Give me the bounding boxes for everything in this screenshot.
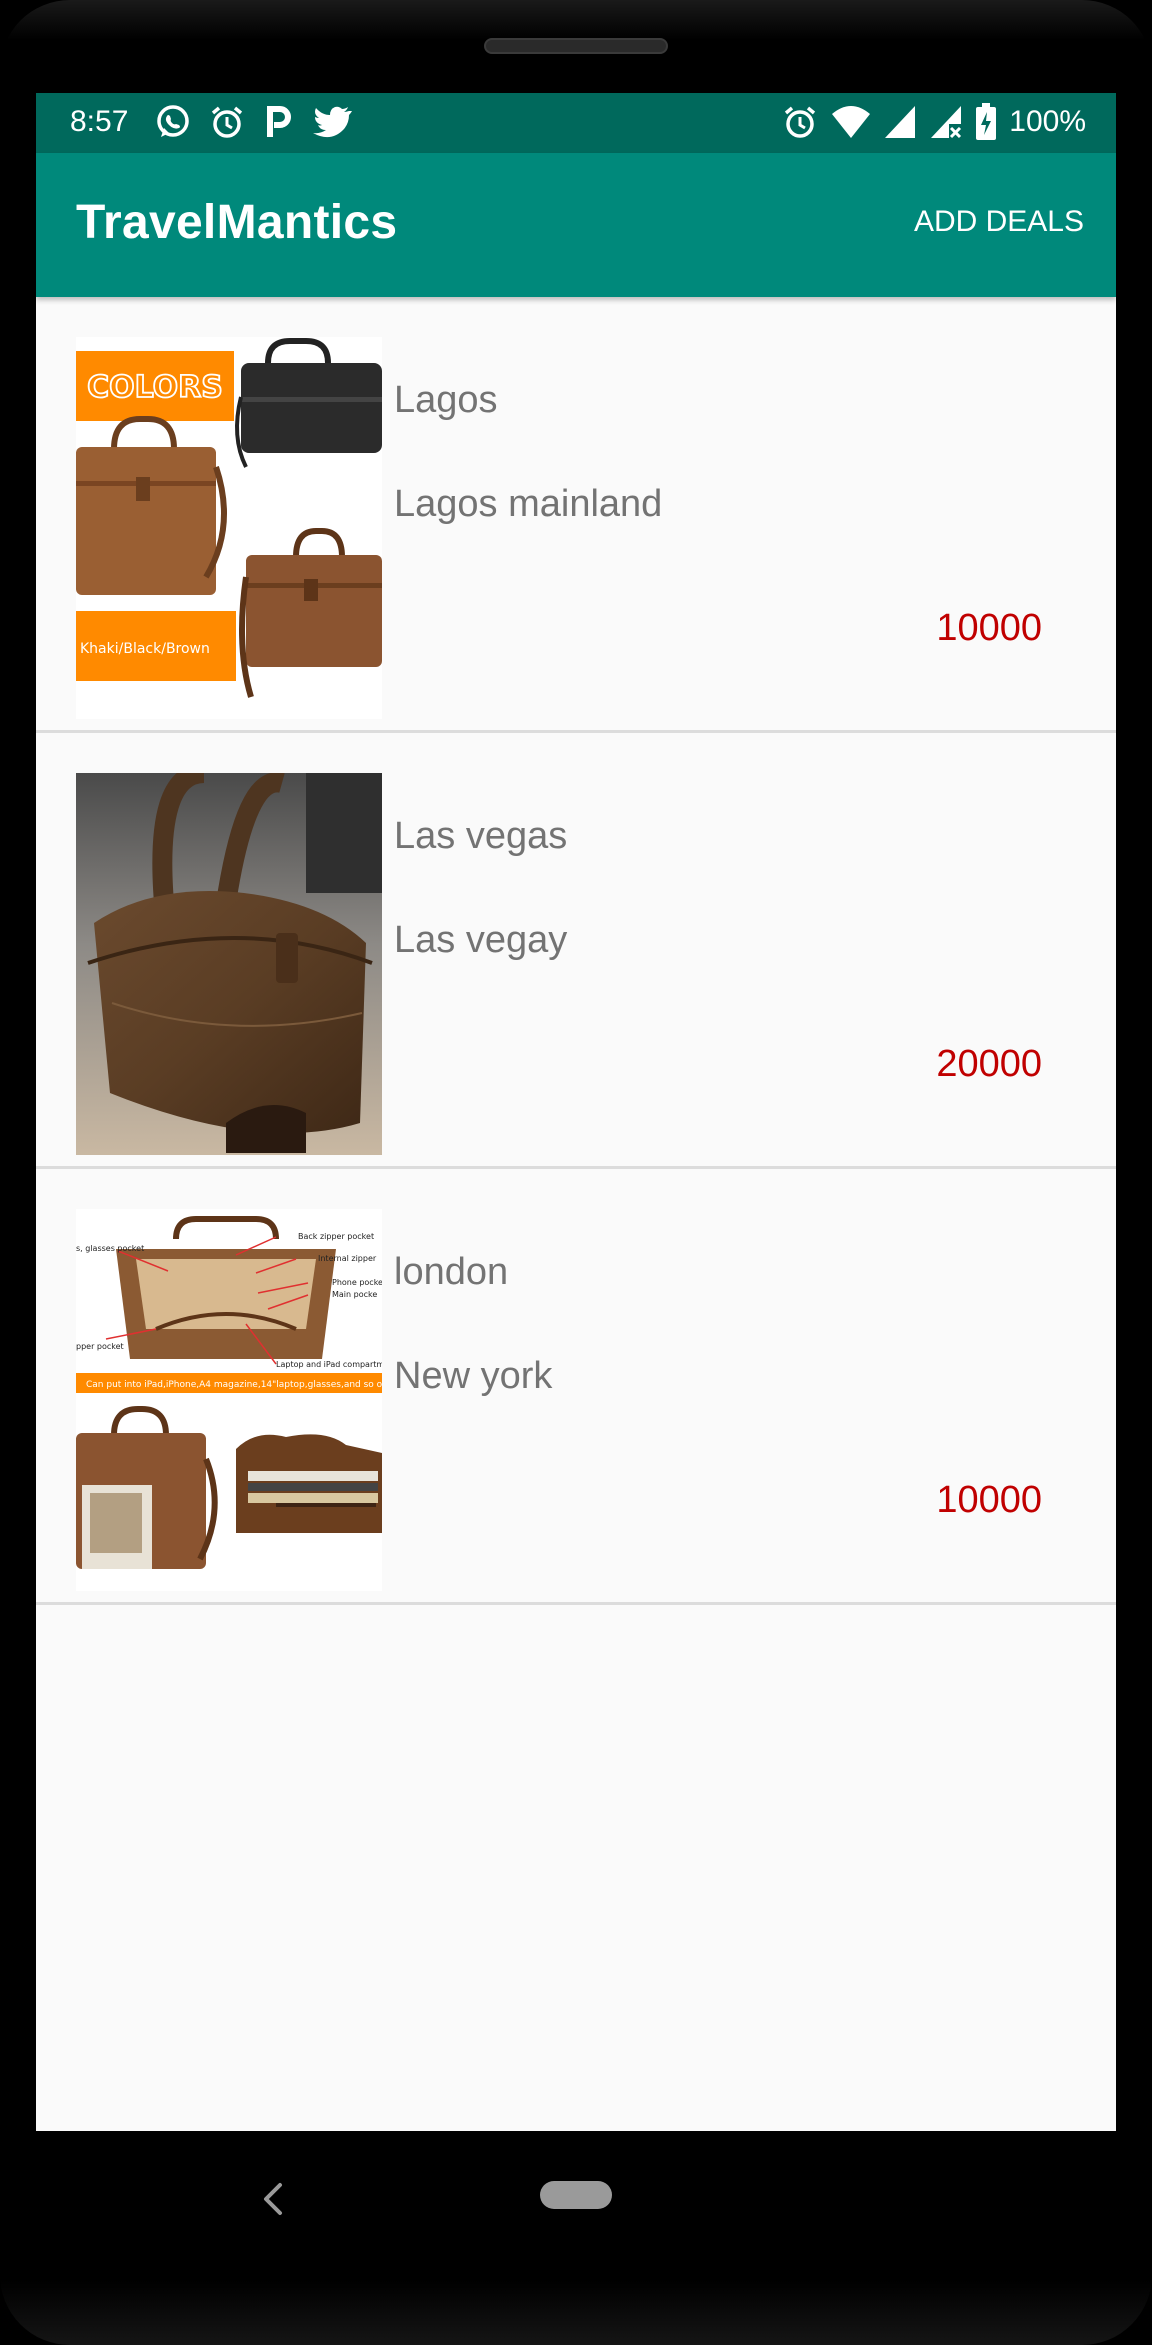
deal-image: Back zipper pocket Internal zipper Phone… bbox=[76, 1209, 382, 1591]
earpiece-speaker bbox=[484, 38, 668, 54]
deal-title: london bbox=[394, 1251, 509, 1293]
deal-image: COLORS Khaki/Black/Brown bbox=[76, 337, 382, 719]
khaki-caption-text: Khaki/Black/Brown bbox=[80, 641, 210, 657]
image-label: s, glasses pocket bbox=[76, 1244, 144, 1253]
deal-title: Las vegas bbox=[394, 815, 568, 857]
status-time: 8:57 bbox=[70, 105, 129, 138]
home-button[interactable] bbox=[540, 2181, 612, 2209]
twitter-icon bbox=[313, 106, 352, 138]
app-title: TravelMantics bbox=[76, 196, 398, 249]
status-bar: 8:57 100% bbox=[36, 93, 1116, 153]
system-status-icons: 100% bbox=[781, 103, 1086, 141]
deal-price: 10000 bbox=[936, 607, 1042, 649]
colors-banner-text: COLORS bbox=[87, 370, 223, 405]
signal-no-data-icon bbox=[931, 106, 962, 139]
deal-list-item[interactable]: Las vegas Las vegay 20000 bbox=[36, 733, 1116, 1169]
image-label: Main pocke bbox=[332, 1290, 377, 1299]
image-label: Back zipper pocket bbox=[298, 1232, 374, 1241]
alarm-icon bbox=[785, 106, 816, 138]
deal-description: New york bbox=[394, 1355, 553, 1397]
deal-list-item[interactable]: COLORS Khaki/Black/Brown Lagos Lagos mai… bbox=[36, 297, 1116, 733]
wifi-icon bbox=[832, 106, 871, 138]
add-deals-button[interactable]: ADD DEALS bbox=[914, 205, 1084, 239]
whatsapp-icon bbox=[157, 105, 189, 137]
battery-charging-icon bbox=[976, 103, 997, 140]
navigation-bar bbox=[0, 2131, 1152, 2281]
image-label: pper pocket bbox=[76, 1342, 124, 1351]
app-toolbar: TravelMantics ADD DEALS bbox=[36, 153, 1116, 297]
deal-list-item[interactable]: Back zipper pocket Internal zipper Phone… bbox=[36, 1169, 1116, 1605]
screen: 8:57 100% TravelMantics ADD DEALS COLORS… bbox=[36, 93, 1116, 2131]
image-label: Phone pocke bbox=[332, 1278, 382, 1287]
deal-price: 10000 bbox=[936, 1479, 1042, 1521]
image-banner-text: Can put into iPad,iPhone,A4 magazine,14"… bbox=[86, 1380, 382, 1390]
alarm-icon bbox=[211, 106, 243, 138]
deal-description: Las vegay bbox=[394, 919, 568, 961]
deal-price: 20000 bbox=[936, 1043, 1042, 1085]
battery-percentage: 100% bbox=[1009, 105, 1086, 138]
back-icon[interactable] bbox=[258, 2179, 288, 2219]
deal-description: Lagos mainland bbox=[394, 483, 663, 525]
phone-frame: 8:57 100% TravelMantics ADD DEALS COLORS… bbox=[0, 0, 1152, 2345]
image-label: Laptop and iPad compartm bbox=[276, 1360, 382, 1369]
deal-image bbox=[76, 773, 382, 1155]
notification-icons bbox=[154, 103, 352, 141]
p-app-icon bbox=[267, 106, 291, 137]
deal-list: COLORS Khaki/Black/Brown Lagos Lagos mai… bbox=[36, 297, 1116, 1605]
image-label: Internal zipper bbox=[318, 1254, 377, 1263]
deal-title: Lagos bbox=[394, 379, 498, 421]
signal-icon bbox=[885, 106, 916, 138]
